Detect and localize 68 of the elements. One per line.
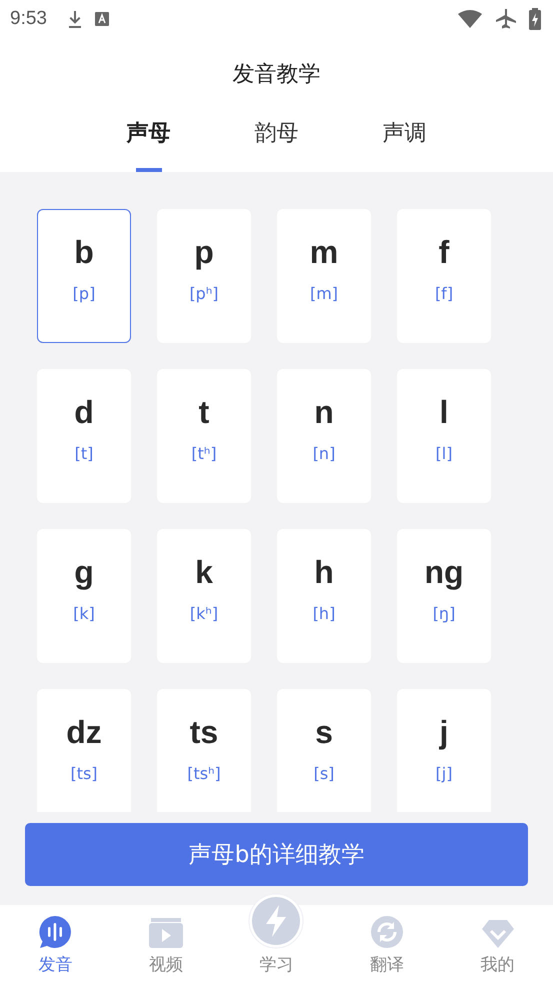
ipa-text: [tsʰ] [187, 764, 221, 783]
nav-item[interactable]: 学习 [221, 893, 332, 984]
tab[interactable]: 声调 [368, 110, 442, 172]
pinyin-letter: d [74, 393, 94, 432]
pinyin-letter: g [74, 553, 94, 592]
pinyin-letter: s [315, 713, 333, 752]
pinyin-letter: k [195, 553, 213, 592]
pinyin-letter: n [314, 393, 334, 432]
status-time: 9:53 [10, 8, 47, 30]
video-icon [148, 917, 184, 949]
letter-card[interactable]: h [h] [277, 529, 371, 663]
ipa-text: [t] [74, 444, 94, 463]
battery-icon [529, 8, 541, 30]
wifi-icon [457, 9, 483, 29]
letter-card[interactable]: b [p] [37, 209, 131, 343]
pinyin-letter: j [440, 713, 448, 752]
letter-card[interactable]: ng [ŋ] [397, 529, 491, 663]
letter-card[interactable]: dz [ts] [37, 689, 131, 812]
pinyin-letter: dz [66, 713, 102, 752]
nav-item[interactable]: 视频 [110, 905, 222, 984]
letter-card[interactable]: k [kʰ] [157, 529, 251, 663]
ipa-text: [s] [314, 764, 334, 783]
voice-bubble-icon [38, 915, 72, 949]
ipa-text: [m] [310, 284, 338, 303]
refresh-icon [370, 915, 404, 949]
diamond-icon [480, 919, 515, 949]
pinyin-letter: ng [424, 553, 464, 592]
tab[interactable]: 韵母 [240, 110, 314, 172]
page-title: 发音教学 [232, 61, 322, 89]
tab[interactable]: 声母 [112, 110, 186, 172]
ipa-text: [tʰ] [191, 444, 217, 463]
letter-card[interactable]: l [l] [397, 369, 491, 503]
pinyin-letter: t [198, 393, 210, 432]
ipa-text: [ŋ] [432, 604, 456, 623]
pinyin-letter: b [74, 233, 94, 272]
letter-card[interactable]: s [s] [277, 689, 371, 812]
pinyin-letter: p [194, 233, 214, 272]
ipa-text: [j] [436, 764, 452, 783]
pinyin-letter: h [314, 553, 334, 592]
letter-card[interactable]: t [tʰ] [157, 369, 251, 503]
letter-card[interactable]: n [n] [277, 369, 371, 503]
letter-card[interactable]: f [f] [397, 209, 491, 343]
ipa-text: [k] [73, 604, 95, 623]
pinyin-letter: m [310, 233, 338, 272]
ipa-text: [pʰ] [189, 284, 219, 303]
airplane-icon [495, 8, 517, 30]
letter-card[interactable]: ts [tsʰ] [157, 689, 251, 812]
ipa-text: [p] [72, 284, 96, 303]
letter-card[interactable]: d [t] [37, 369, 131, 503]
ipa-text: [f] [434, 284, 454, 303]
letter-card[interactable]: p [pʰ] [157, 209, 251, 343]
letter-card[interactable]: j [j] [397, 689, 491, 812]
detail-button[interactable]: 声母b的详细教学 [25, 823, 528, 886]
ipa-text: [ts] [70, 764, 98, 783]
nav-item[interactable]: 我的 [442, 905, 553, 984]
font-icon [94, 12, 109, 26]
nav-item[interactable]: 发音 [0, 905, 111, 984]
ipa-text: [l] [436, 444, 452, 463]
nav-item[interactable]: 翻译 [332, 905, 442, 984]
ipa-text: [kʰ] [190, 604, 218, 623]
ipa-text: [n] [312, 444, 336, 463]
ipa-text: [h] [312, 604, 336, 623]
letter-card[interactable]: g [k] [37, 529, 131, 663]
pinyin-letter: l [440, 393, 448, 432]
pinyin-letter: f [438, 233, 450, 272]
pinyin-letter: ts [190, 713, 218, 752]
download-icon [66, 9, 83, 29]
letter-card[interactable]: m [m] [277, 209, 371, 343]
